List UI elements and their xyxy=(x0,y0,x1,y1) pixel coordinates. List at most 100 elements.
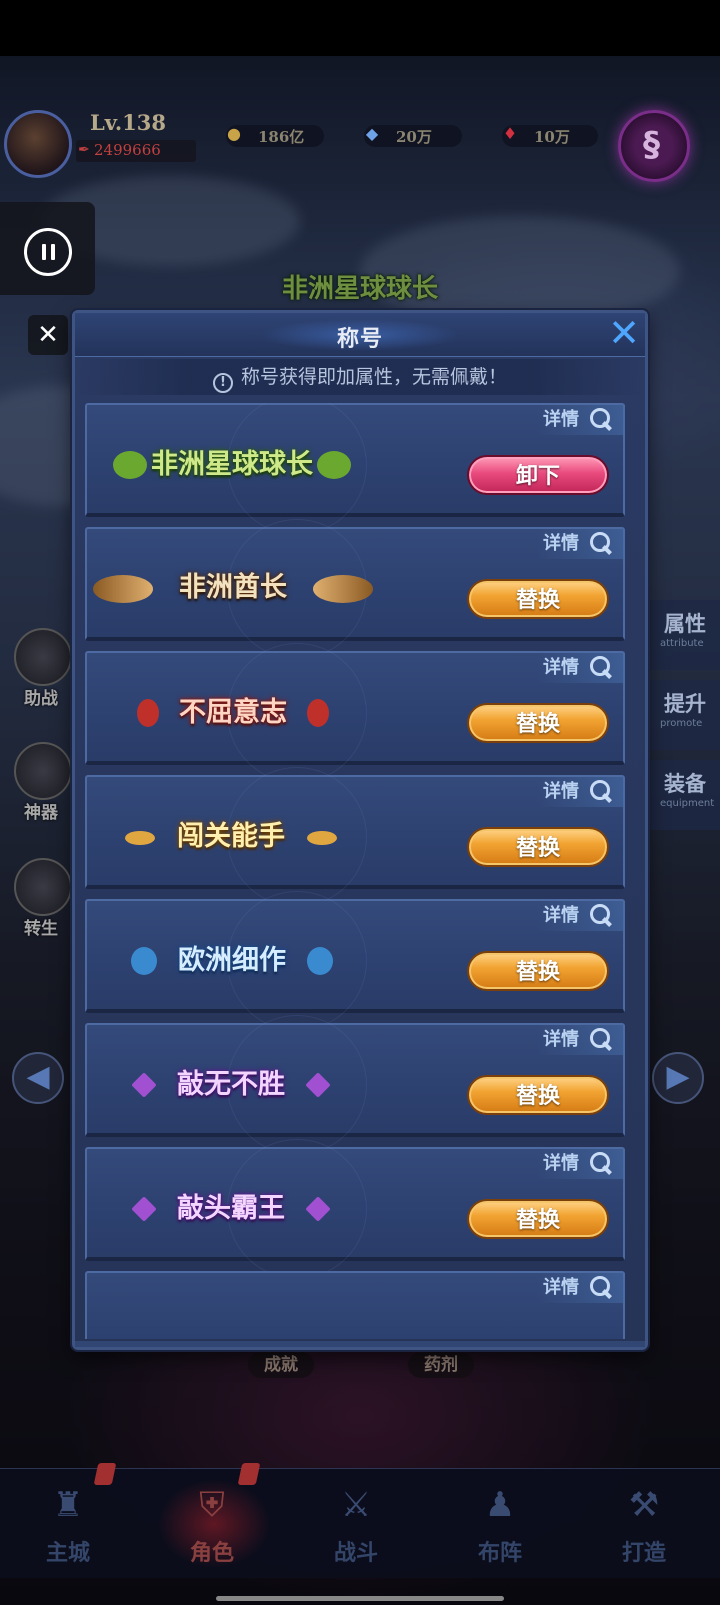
side-tab-attribute[interactable]: 属性 attribute xyxy=(648,600,720,670)
replace-button[interactable]: 替换 xyxy=(467,579,609,619)
title-list[interactable]: 详情 非洲星球球长 卸下 详情 非洲酋长 替换 详情 不屈意志 替换 详情 闯关… xyxy=(85,403,625,1339)
bottom-navigation: ♜ 主城 ⛨ 角色 ⚔ 战斗 ♟ 布阵 ⚒ 打造 xyxy=(0,1463,720,1579)
detail-button[interactable]: 详情 xyxy=(537,901,625,931)
nav-label: 角色 xyxy=(189,1540,234,1566)
replace-button[interactable]: 替换 xyxy=(467,951,609,991)
power-value: 2499666 xyxy=(94,141,161,159)
side-tab-label: 助战 xyxy=(24,689,58,709)
notification-badge xyxy=(93,1463,117,1485)
detail-button[interactable]: 详情 xyxy=(537,1149,625,1179)
side-tab-label: 转生 xyxy=(24,919,58,939)
leaf-ornament-icon xyxy=(113,451,147,479)
close-overlay-button[interactable]: ✕ xyxy=(28,315,68,355)
title-banner: 欧洲细作 xyxy=(131,939,333,985)
quest-scroll-button[interactable]: § xyxy=(618,110,690,182)
detail-button[interactable]: 详情 xyxy=(537,405,625,435)
detail-label: 详情 xyxy=(543,905,579,926)
leaf-ornament-icon xyxy=(317,451,351,479)
top-hud: Lv.138 ✒ 2499666 ● 186亿 ◆ 20万 ♦ 10万 § xyxy=(0,100,720,190)
magnifier-icon xyxy=(590,408,612,430)
scroll-icon: § xyxy=(643,125,660,165)
replace-button[interactable]: 替换 xyxy=(467,827,609,867)
nav-character[interactable]: ⛨ 角色 xyxy=(144,1463,284,1579)
prev-hero-button[interactable]: ◀ xyxy=(12,1052,64,1104)
detail-button[interactable]: 详情 xyxy=(537,1273,625,1303)
detail-button[interactable]: 详情 xyxy=(537,529,625,559)
diamond-resource[interactable]: ◆ 20万 xyxy=(364,124,462,147)
potion-tab[interactable]: 药剂 xyxy=(408,1352,474,1378)
title-banner: 敲无不胜 xyxy=(131,1063,331,1109)
wing-ornament-icon xyxy=(131,947,157,975)
swirl-ornament-icon xyxy=(307,699,329,727)
detail-button[interactable]: 详情 xyxy=(537,777,625,807)
detail-label: 详情 xyxy=(543,409,579,430)
panel-footer xyxy=(75,1341,645,1347)
nav-label: 布阵 xyxy=(477,1540,522,1566)
title-name: 欧洲细作 xyxy=(178,945,286,976)
nav-label: 打造 xyxy=(621,1540,666,1566)
side-tab-artifact[interactable]: 神器 xyxy=(0,742,72,823)
magnifier-icon xyxy=(590,1276,612,1298)
player-avatar[interactable] xyxy=(4,110,72,178)
title-name: 非洲酋长 xyxy=(179,572,287,603)
panel-title: 称号 xyxy=(336,327,383,352)
replace-button[interactable]: 替换 xyxy=(467,1199,609,1239)
side-tab-label: 属性 xyxy=(664,611,706,636)
wing-ornament-icon xyxy=(93,575,153,603)
power-display: ✒ 2499666 xyxy=(76,140,196,162)
title-row: 详情 敲无不胜 替换 xyxy=(85,1015,625,1155)
nav-formation[interactable]: ♟ 布阵 xyxy=(432,1469,572,1579)
arrow-left-icon: ◀ xyxy=(26,1059,50,1094)
rebirth-icon xyxy=(14,858,72,916)
detail-label: 详情 xyxy=(543,781,579,802)
ruby-resource[interactable]: ♦ 10万 xyxy=(502,124,598,147)
home-indicator[interactable] xyxy=(216,1596,504,1601)
gold-value: 186亿 xyxy=(258,128,305,146)
detail-button[interactable]: 详情 xyxy=(537,653,625,683)
close-icon: ✕ xyxy=(37,320,59,350)
detail-button[interactable]: 详情 xyxy=(537,1025,625,1055)
side-tab-assist[interactable]: 助战 xyxy=(0,628,72,709)
achievement-tab[interactable]: 成就 xyxy=(248,1352,314,1378)
gold-coin-icon: ● xyxy=(227,124,241,143)
nav-battle[interactable]: ⚔ 战斗 xyxy=(288,1469,428,1579)
replace-button[interactable]: 替换 xyxy=(467,1075,609,1115)
diamond-ornament-icon xyxy=(131,1196,157,1222)
pause-button[interactable] xyxy=(0,202,95,295)
nav-main-city[interactable]: ♜ 主城 xyxy=(0,1463,140,1579)
title-row: 详情 闯关能手 替换 xyxy=(85,767,625,907)
side-tab-equipment[interactable]: 装备 equipment xyxy=(648,760,720,830)
title-row: 详情 敲头霸王 替换 xyxy=(85,1139,625,1279)
replace-button[interactable]: 替换 xyxy=(467,703,609,743)
helmet-icon: ⛨ xyxy=(199,1485,225,1525)
title-banner: 非洲酋长 xyxy=(93,557,373,619)
ruby-value: 10万 xyxy=(534,128,570,146)
notice-bar: ! 称号获得即加属性，无需佩戴！ xyxy=(79,359,641,395)
title-row: 详情 非洲酋长 替换 xyxy=(85,519,625,659)
side-tab-sub: promote xyxy=(660,718,703,729)
magnifier-icon xyxy=(590,532,612,554)
side-tab-rebirth[interactable]: 转生 xyxy=(0,858,72,939)
title-row: 详情 不屈意志 替换 xyxy=(85,643,625,783)
side-tab-label: 提升 xyxy=(664,691,706,716)
panel-close-button[interactable]: ✕ xyxy=(605,314,643,353)
title-name: 不屈意志 xyxy=(179,697,287,728)
next-hero-button[interactable]: ▶ xyxy=(652,1052,704,1104)
formation-icon: ♟ xyxy=(484,1485,516,1525)
title-banner: 非洲星球球长 xyxy=(113,443,351,489)
side-tab-promote[interactable]: 提升 promote xyxy=(648,680,720,750)
gold-resource[interactable]: ● 186亿 xyxy=(226,124,324,147)
title-name: 敲头霸王 xyxy=(177,1193,285,1224)
detail-label: 详情 xyxy=(543,1153,579,1174)
magnifier-icon xyxy=(590,1028,612,1050)
side-tab-label: 神器 xyxy=(24,803,58,823)
side-tab-sub: attribute xyxy=(660,638,704,649)
diamond-value: 20万 xyxy=(396,128,432,146)
panel-header: 称号 ✕ xyxy=(75,313,645,357)
unequip-button[interactable]: 卸下 xyxy=(467,455,609,495)
nav-forge[interactable]: ⚒ 打造 xyxy=(576,1469,716,1579)
arrow-right-icon: ▶ xyxy=(666,1059,690,1094)
magnifier-icon xyxy=(590,1152,612,1174)
magnifier-icon xyxy=(590,904,612,926)
side-tab-sub: equipment xyxy=(660,798,715,809)
